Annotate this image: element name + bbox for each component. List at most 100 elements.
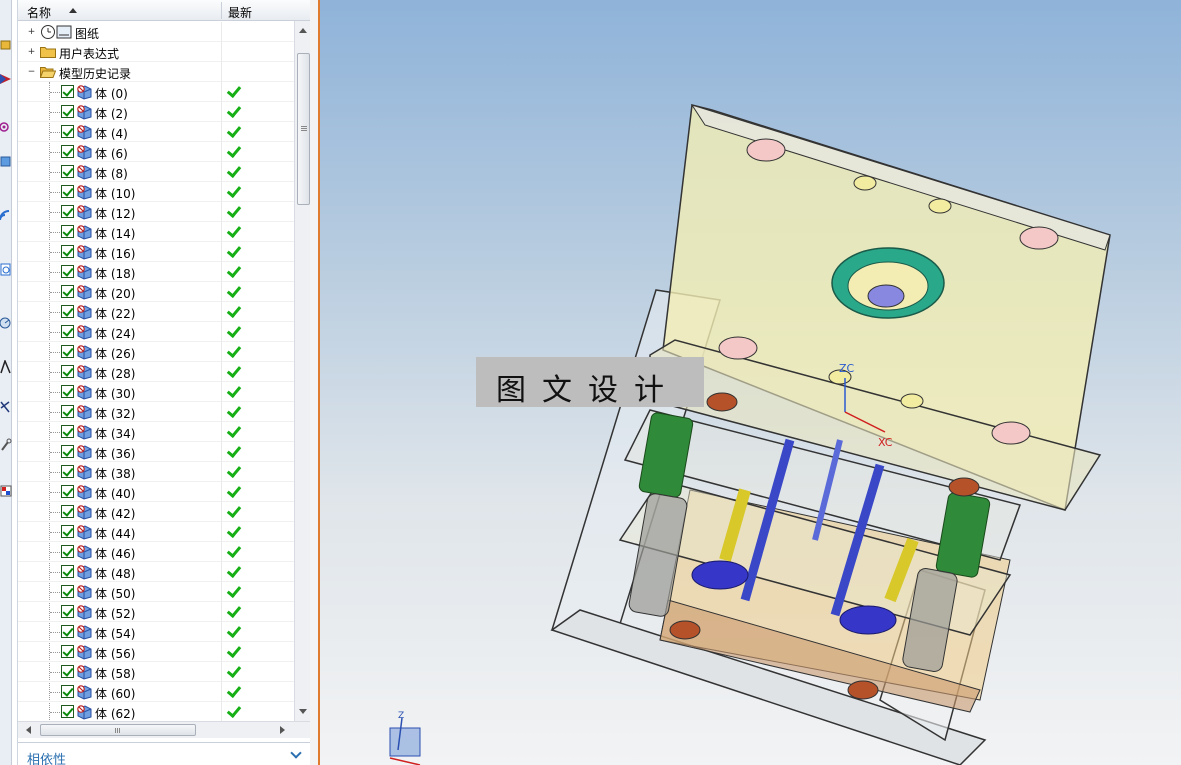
tools-icon[interactable] (0, 438, 12, 452)
visibility-checkbox[interactable] (61, 85, 74, 98)
tree-node-body[interactable]: 体 (8) (18, 162, 294, 182)
tree-node-body[interactable]: 体 (44) (18, 522, 294, 542)
web-browser-icon[interactable] (0, 208, 12, 222)
constraint-navigator-icon[interactable] (0, 72, 12, 86)
panel-splitter[interactable] (310, 0, 320, 765)
scroll-up-icon[interactable] (299, 28, 307, 33)
reuse-library-icon[interactable] (0, 154, 12, 168)
tree-node-body[interactable]: 体 (14) (18, 222, 294, 242)
visibility-checkbox[interactable] (61, 605, 74, 618)
horizontal-scroll-thumb[interactable] (40, 724, 196, 736)
tree-node-body[interactable]: 体 (28) (18, 362, 294, 382)
tree-node-body[interactable]: 体 (20) (18, 282, 294, 302)
history-icon[interactable] (0, 262, 12, 276)
visibility-checkbox[interactable] (61, 385, 74, 398)
visibility-checkbox[interactable] (61, 125, 74, 138)
tree-node-body[interactable]: 体 (32) (18, 402, 294, 422)
tree-node-body[interactable]: 体 (62) (18, 702, 294, 721)
tree-node-body[interactable]: 体 (46) (18, 542, 294, 562)
horizontal-scrollbar[interactable] (18, 721, 311, 738)
visibility-checkbox[interactable] (61, 105, 74, 118)
tree-node-body[interactable]: 体 (58) (18, 662, 294, 682)
up-to-date-check-icon (226, 164, 240, 178)
tree-node-model-history[interactable]: − 模型历史记录 (18, 62, 294, 82)
tree-node-body[interactable]: 体 (26) (18, 342, 294, 362)
mold-assembly-model[interactable]: ZC XC Z (320, 0, 1181, 765)
tree-node-body[interactable]: 体 (50) (18, 582, 294, 602)
visibility-checkbox[interactable] (61, 225, 74, 238)
palette-icon[interactable] (0, 484, 12, 498)
tree-node-body[interactable]: 体 (24) (18, 322, 294, 342)
sort-ascending-icon[interactable] (69, 8, 77, 13)
tree-node-body[interactable]: 体 (40) (18, 482, 294, 502)
tree-node-body[interactable]: 体 (54) (18, 622, 294, 642)
visibility-checkbox[interactable] (61, 545, 74, 558)
tree-node-body[interactable]: 体 (42) (18, 502, 294, 522)
tree-node-body[interactable]: 体 (52) (18, 602, 294, 622)
visibility-checkbox[interactable] (61, 445, 74, 458)
visibility-checkbox[interactable] (61, 585, 74, 598)
visibility-checkbox[interactable] (61, 505, 74, 518)
visibility-checkbox[interactable] (61, 465, 74, 478)
visibility-checkbox[interactable] (61, 425, 74, 438)
tree-node-body[interactable]: 体 (22) (18, 302, 294, 322)
tree-node-body[interactable]: 体 (2) (18, 102, 294, 122)
tree-node-body[interactable]: 体 (60) (18, 682, 294, 702)
visibility-checkbox[interactable] (61, 365, 74, 378)
visibility-checkbox[interactable] (61, 165, 74, 178)
up-to-date-check-icon (226, 244, 240, 258)
expand-icon[interactable]: + (27, 48, 36, 57)
tree-node-body[interactable]: 体 (30) (18, 382, 294, 402)
tree-node-body[interactable]: 体 (36) (18, 442, 294, 462)
visibility-checkbox[interactable] (61, 285, 74, 298)
column-latest-header[interactable]: 最新 (228, 4, 252, 21)
scroll-left-icon[interactable] (26, 726, 31, 734)
expand-icon[interactable]: + (27, 28, 36, 37)
tree-node-body[interactable]: 体 (4) (18, 122, 294, 142)
tree-node-body[interactable]: 体 (0) (18, 82, 294, 102)
column-separator[interactable] (221, 2, 222, 19)
tree-node-body[interactable]: 体 (38) (18, 462, 294, 482)
visibility-checkbox[interactable] (61, 245, 74, 258)
tree-node-body[interactable]: 体 (48) (18, 562, 294, 582)
visibility-checkbox[interactable] (61, 665, 74, 678)
vertical-scroll-thumb[interactable] (297, 53, 310, 205)
visibility-checkbox[interactable] (61, 705, 74, 718)
visibility-checkbox[interactable] (61, 205, 74, 218)
tree-node-body[interactable]: 体 (16) (18, 242, 294, 262)
tree-node-body[interactable]: 体 (34) (18, 422, 294, 442)
tree-node-user-expressions[interactable]: + 用户表达式 (18, 42, 294, 62)
scroll-right-icon[interactable] (280, 726, 285, 734)
visibility-checkbox[interactable] (61, 345, 74, 358)
tree-node-drawings[interactable]: + 图纸 (18, 22, 294, 42)
dependency-panel-header[interactable]: 相依性 (18, 742, 311, 765)
assembly-navigator-icon[interactable] (0, 38, 12, 52)
column-name-header[interactable]: 名称 (27, 4, 51, 21)
vertical-scrollbar[interactable] (294, 21, 311, 721)
visibility-checkbox[interactable] (61, 305, 74, 318)
tree-node-body[interactable]: 体 (18) (18, 262, 294, 282)
visibility-checkbox[interactable] (61, 265, 74, 278)
graphics-window[interactable]: ZC XC Z 图文设计 (320, 0, 1181, 765)
tree-node-body[interactable]: 体 (56) (18, 642, 294, 662)
tree-node-body[interactable]: 体 (12) (18, 202, 294, 222)
tree-node-body[interactable]: 体 (10) (18, 182, 294, 202)
visibility-checkbox[interactable] (61, 565, 74, 578)
part-navigator-icon[interactable] (0, 120, 12, 134)
visibility-checkbox[interactable] (61, 525, 74, 538)
system-materials-icon[interactable] (0, 316, 12, 330)
roles-icon[interactable] (0, 400, 12, 414)
visibility-checkbox[interactable] (61, 145, 74, 158)
visibility-checkbox[interactable] (61, 645, 74, 658)
visibility-checkbox[interactable] (61, 685, 74, 698)
collapse-icon[interactable]: − (27, 68, 36, 77)
process-studio-icon[interactable] (0, 358, 12, 374)
visibility-checkbox[interactable] (61, 185, 74, 198)
tree-node-body[interactable]: 体 (6) (18, 142, 294, 162)
chevron-down-icon[interactable] (290, 747, 302, 759)
visibility-checkbox[interactable] (61, 485, 74, 498)
visibility-checkbox[interactable] (61, 405, 74, 418)
scroll-down-icon[interactable] (299, 709, 307, 714)
visibility-checkbox[interactable] (61, 625, 74, 638)
visibility-checkbox[interactable] (61, 325, 74, 338)
